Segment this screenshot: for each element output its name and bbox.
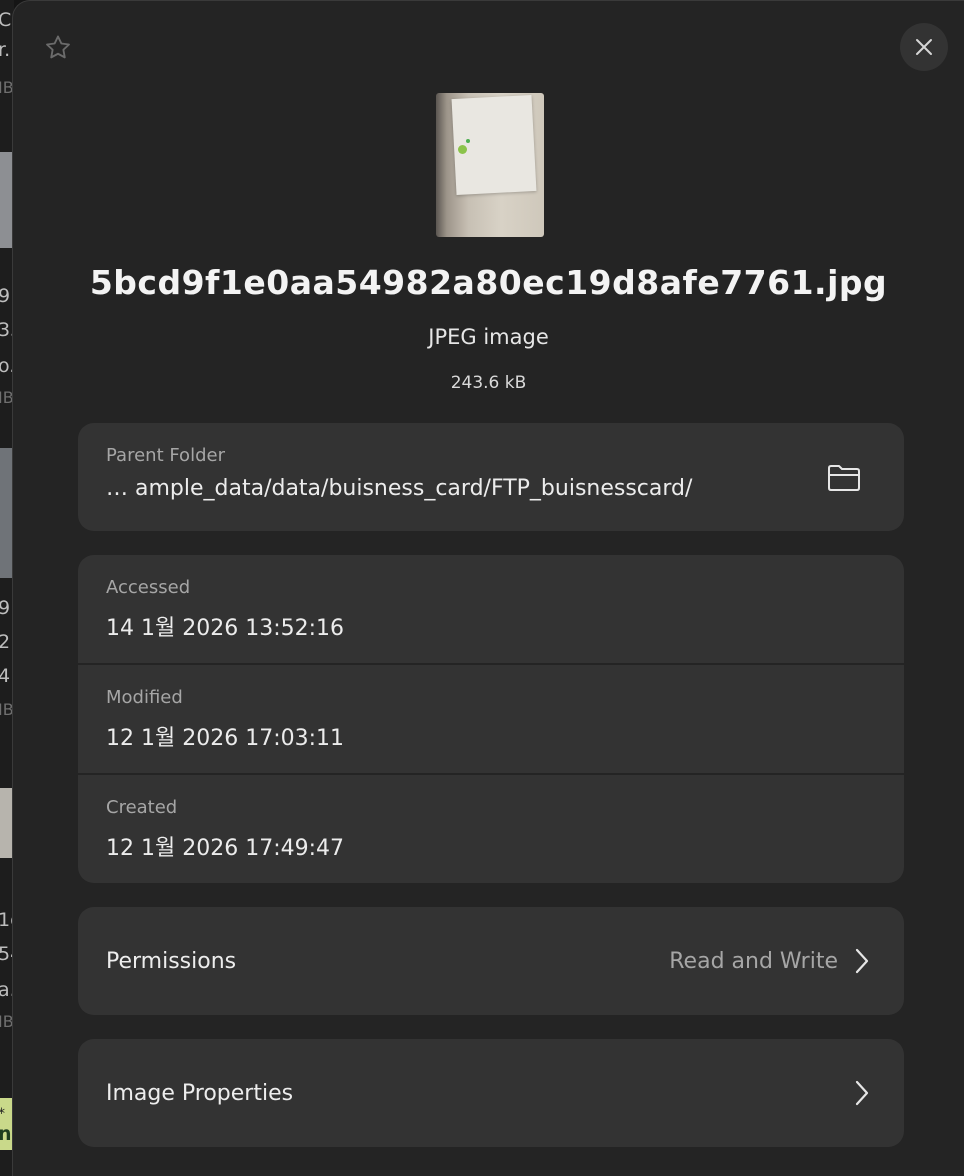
parent-folder-path: … ample_data/data/buisness_card/FTP_buis… <box>106 476 693 501</box>
bg-text-fragment: 4 <box>0 665 11 687</box>
image-properties-card: Image Properties <box>78 1039 904 1147</box>
bg-thumbnail <box>0 788 12 858</box>
created-value: 12 1월 2026 17:49:47 <box>106 836 345 861</box>
dates-card: Accessed 14 1월 2026 13:52:16 Modified 12… <box>78 555 904 883</box>
bg-text-fragment: 9 <box>0 285 11 307</box>
parent-folder-card: Parent Folder … ample_data/data/buisness… <box>78 423 904 531</box>
star-outline-icon <box>46 35 70 59</box>
created-label: Created <box>106 797 178 818</box>
permissions-row[interactable]: Permissions Read and Write <box>78 907 904 1015</box>
file-thumbnail <box>436 93 544 237</box>
bg-text-fragment: 2 <box>0 631 11 653</box>
thumbnail-detail <box>466 139 470 143</box>
bg-text-fragment: n <box>0 1123 12 1145</box>
file-size: 243.6 kB <box>450 373 527 393</box>
modified-value: 12 1월 2026 17:03:11 <box>106 726 345 751</box>
favorite-button[interactable] <box>41 31 75 65</box>
thumbnail-detail <box>458 145 467 154</box>
properties-dialog: 5bcd9f1e0aa54982a80ec19d8afe7761.jpg JPE… <box>12 0 964 1176</box>
bg-text-fragment: 9 <box>0 597 11 619</box>
bg-thumbnail <box>0 448 12 578</box>
accessed-label: Accessed <box>106 577 191 598</box>
modified-row: Modified 12 1월 2026 17:03:11 <box>78 663 904 773</box>
permissions-value: Read and Write <box>669 948 838 974</box>
bg-text-fragment: r. <box>0 39 11 61</box>
created-row: Created 12 1월 2026 17:49:47 <box>78 773 904 883</box>
bg-text-fragment: * <box>0 1104 5 1124</box>
bg-thumbnail <box>0 152 12 248</box>
image-properties-label: Image Properties <box>106 1080 294 1106</box>
close-icon <box>916 39 932 55</box>
close-button[interactable] <box>900 23 948 71</box>
folder-open-icon <box>828 465 860 491</box>
open-folder-button[interactable] <box>826 463 862 493</box>
accessed-row: Accessed 14 1월 2026 13:52:16 <box>78 555 904 663</box>
parent-folder-label: Parent Folder <box>106 445 225 466</box>
modified-label: Modified <box>106 687 183 708</box>
chevron-right-icon <box>855 1080 869 1106</box>
permissions-label: Permissions <box>106 948 237 974</box>
chevron-right-icon <box>855 948 869 974</box>
permissions-card: Permissions Read and Write <box>78 907 904 1015</box>
image-properties-row[interactable]: Image Properties <box>78 1039 904 1147</box>
accessed-value: 14 1월 2026 13:52:16 <box>106 616 345 641</box>
parent-folder-row: Parent Folder … ample_data/data/buisness… <box>78 423 904 531</box>
file-name: 5bcd9f1e0aa54982a80ec19d8afe7761.jpg <box>89 263 888 302</box>
file-type: JPEG image <box>428 325 549 349</box>
